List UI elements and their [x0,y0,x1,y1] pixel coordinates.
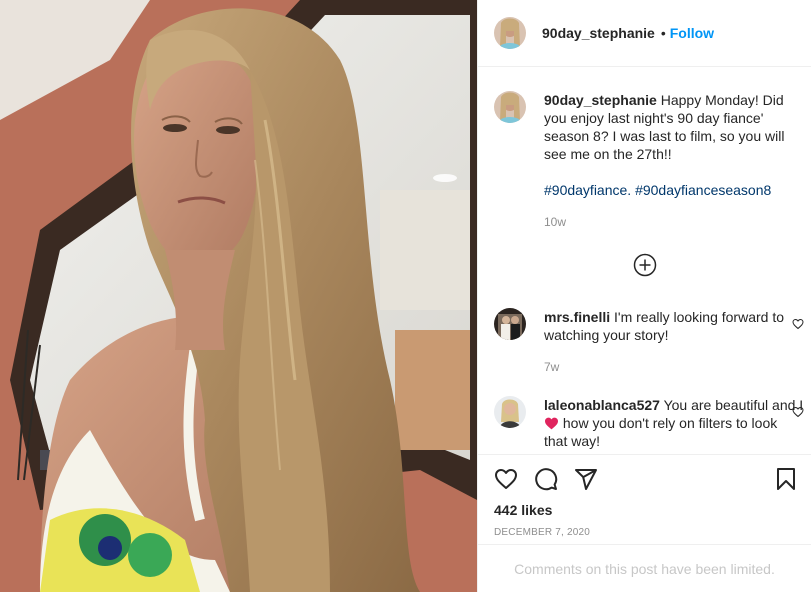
post-header: 90day_stephanie • Follow [478,0,811,67]
comment-text-start: You are beautiful and I [663,397,804,413]
comments-list[interactable]: 90day_stephanie Happy Monday! Did you en… [478,68,811,454]
caption-username[interactable]: 90day_stephanie [544,92,657,108]
comment-item: laleonablanca527 You are beautiful and I… [494,396,804,450]
comment-text-end: how you don't rely on filters to look th… [544,415,778,449]
separator-dot: • [660,25,666,41]
load-more-button[interactable] [633,253,657,277]
commenter-avatar[interactable] [494,396,526,428]
share-button[interactable] [574,467,598,491]
comment-icon [535,468,558,491]
comment-body: mrs.finelli I'm really looking forward t… [544,308,804,376]
caption-avatar[interactable] [494,91,526,123]
caption: 90day_stephanie Happy Monday! Did you en… [494,91,804,231]
comment-time[interactable]: 7w [544,358,804,376]
red-heart-emoji-icon [544,417,559,430]
commenter-avatar[interactable] [494,308,526,340]
post-photo[interactable] [0,0,477,592]
comment-item: mrs.finelli I'm really looking forward t… [494,308,804,376]
commenter-username[interactable]: mrs.finelli [544,309,610,325]
comment-button[interactable] [534,467,558,491]
comment-body: laleonablanca527 You are beautiful and I… [544,396,804,450]
plus-circle-icon [633,253,657,277]
comments-limited-notice: Comments on this post have been limited. [478,544,811,592]
heart-icon [495,469,517,489]
caption-hashtags[interactable]: #90dayfiance. #90dayfianceseason8 [544,181,804,199]
post-actions: 442 likes DECEMBER 7, 2020 [478,454,811,544]
save-button[interactable] [774,467,798,491]
like-button[interactable] [494,467,518,491]
bookmark-icon [777,468,795,490]
caption-time[interactable]: 10w [544,213,804,231]
author-avatar[interactable] [494,17,526,49]
follow-button[interactable]: Follow [670,25,714,41]
paper-plane-icon [575,469,597,490]
post-date[interactable]: DECEMBER 7, 2020 [494,527,590,538]
likes-count[interactable]: 442 likes [494,502,552,518]
caption-body: 90day_stephanie Happy Monday! Did you en… [544,91,804,231]
post-image [0,0,477,592]
comment-like-icon[interactable] [792,318,804,330]
author-username[interactable]: 90day_stephanie [542,25,655,41]
comment-like-icon[interactable] [792,406,804,418]
commenter-username[interactable]: laleonablanca527 [544,397,660,413]
post-sidebar: 90day_stephanie • Follow 90day_stephanie… [477,0,811,592]
